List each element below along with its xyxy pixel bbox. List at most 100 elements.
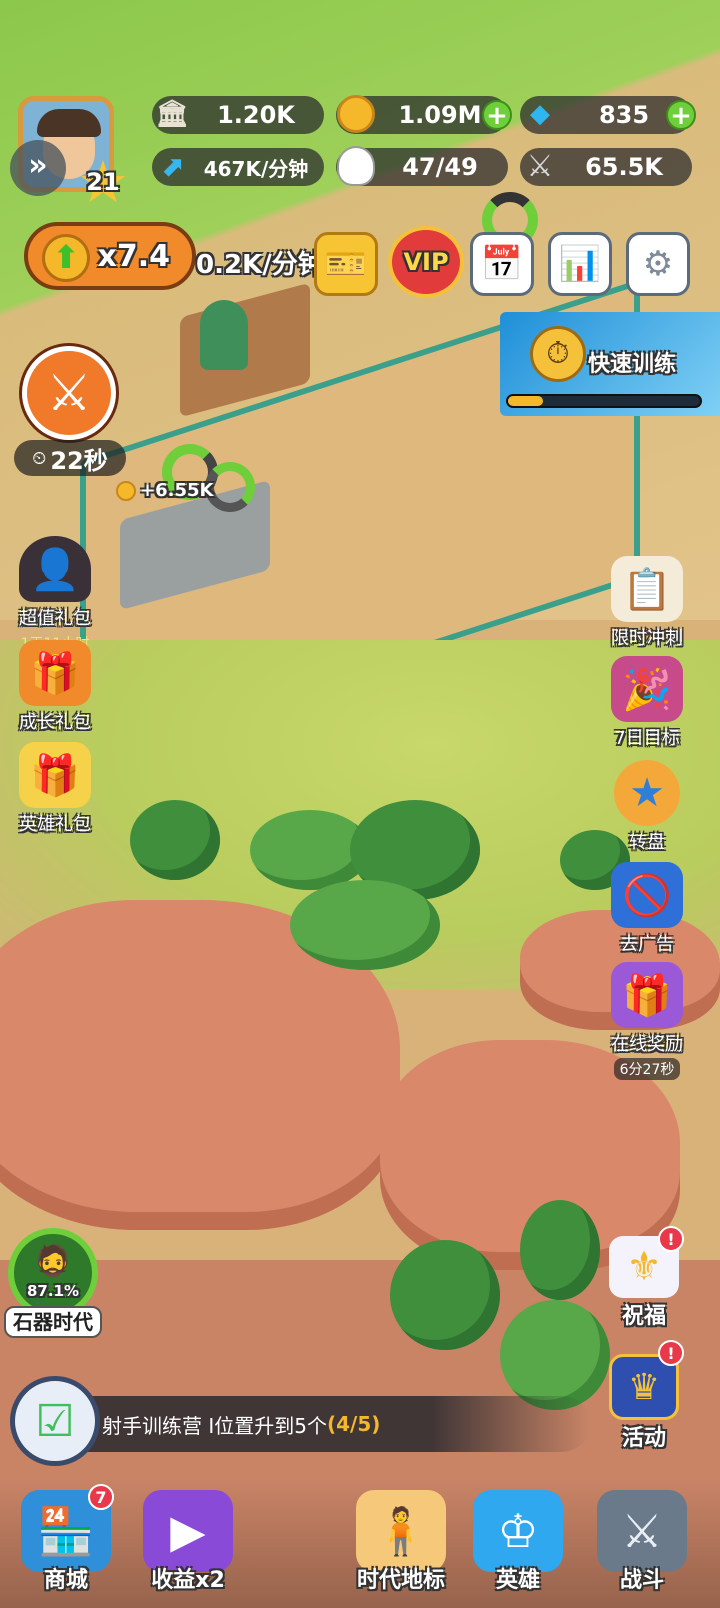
boost-multiplier: x7.4	[97, 238, 171, 274]
battle-timer-value: 22秒	[50, 446, 108, 475]
battle-timer: ⏲ 22秒	[14, 440, 126, 476]
event-button[interactable]: ♛ 活动 !	[602, 1340, 686, 1452]
seven-day-goal-button[interactable]: 🎉 7日目标	[602, 656, 692, 750]
quick-train-progress	[506, 394, 702, 408]
tree	[130, 800, 220, 880]
ticket-icon: 🎫	[324, 244, 368, 284]
quick-train-progress-fill	[508, 396, 543, 406]
chart-icon: 📊	[558, 244, 602, 284]
online-reward-button[interactable]: 🎁 在线奖励 6分27秒	[600, 962, 694, 1080]
player-level-value: 21	[86, 168, 120, 196]
calendar-icon: 📅	[480, 244, 524, 284]
boost-button[interactable]: ⬆ x7.4	[24, 222, 196, 290]
clock-icon: ⏲	[32, 447, 47, 469]
arrow-up-icon: ⬆	[42, 234, 90, 282]
crossed-swords-icon: ⚔	[46, 364, 92, 422]
limited-sprint-button[interactable]: 📋 限时冲刺	[602, 556, 692, 650]
limited-sprint-label: 限时冲刺	[611, 628, 683, 649]
task-text: 射手训练营 I位置升到5个	[102, 1413, 327, 1438]
era-landmark-label: 时代地标	[356, 1568, 445, 1593]
skull-icon	[332, 142, 380, 190]
pillar-resource[interactable]: 🏛 1.20K	[152, 96, 324, 134]
expand-menu-button[interactable]: »	[10, 140, 66, 196]
growth-pack-label: 成长礼包	[19, 712, 91, 733]
battle-label: 战斗	[619, 1568, 664, 1593]
gold-value: 1.09M	[398, 101, 482, 129]
era-progress-text: 87.1%	[26, 1282, 80, 1300]
clipboard-check-icon: ☑	[35, 1395, 75, 1447]
gem-value: 835	[598, 101, 650, 129]
add-gems-button[interactable]: +	[666, 100, 696, 130]
gift-box-icon: 🎁	[19, 742, 91, 808]
hero-tab[interactable]: ♔ 英雄	[466, 1490, 570, 1600]
value-pack-label: 超值礼包	[19, 608, 91, 629]
crossed-swords-icon: ⚔	[526, 148, 554, 184]
income-double-tab[interactable]: ▶ 收益x2	[136, 1490, 240, 1600]
tree	[290, 880, 440, 970]
remove-ads-label: 去广告	[620, 934, 674, 955]
battle-button[interactable]: ⚔	[22, 346, 116, 440]
online-reward-label: 在线奖励	[611, 1034, 683, 1055]
notification-badge: 7	[88, 1484, 114, 1510]
blessing-label: 祝福	[621, 1304, 666, 1329]
population[interactable]: 47/49	[336, 146, 508, 186]
task-clipboard-button[interactable]: ☑	[10, 1376, 100, 1466]
add-gold-button[interactable]: +	[482, 100, 512, 130]
income-rate[interactable]: ⬈ 467K/分钟	[152, 148, 324, 186]
archer-hero[interactable]	[200, 300, 248, 370]
quick-train-panel[interactable]: ⏱ 快速训练	[500, 312, 720, 416]
growth-pack-button[interactable]: 🎁 成长礼包	[10, 640, 100, 734]
player-level: ★ 21	[76, 153, 130, 211]
gift-box-icon: 🎁	[611, 962, 683, 1028]
clipboard-gem-icon: 📋	[611, 556, 683, 622]
era-landmark-tab[interactable]: 🧍 时代地标	[346, 1490, 456, 1600]
pillar-value: 1.20K	[217, 101, 295, 129]
gear-icon: ⚙	[642, 244, 674, 284]
tree	[520, 1200, 600, 1300]
notification-badge: !	[658, 1226, 684, 1252]
caveman-figure-icon: 🧍	[356, 1490, 446, 1572]
gift-box-icon: 🎁	[19, 640, 91, 706]
settings-button[interactable]: ⚙	[626, 232, 690, 296]
spin-wheel-icon: ★	[614, 760, 680, 826]
crossed-swords-icon: ⚔	[597, 1490, 687, 1572]
stats-button[interactable]: 📊	[548, 232, 612, 296]
gold-coin-icon	[332, 90, 380, 138]
avatar-hair	[37, 109, 101, 137]
blessing-button[interactable]: ⚜ 祝福 !	[602, 1226, 686, 1330]
vip-label: VIP	[403, 248, 449, 276]
wheel-button[interactable]: ★ 转盘	[602, 760, 692, 854]
shop-label: 商城	[43, 1568, 88, 1593]
hero-pack-label: 英雄礼包	[19, 814, 91, 835]
hero-pack-button[interactable]: 🎁 英雄礼包	[10, 742, 100, 836]
ticket-button[interactable]: 🎫	[314, 232, 378, 296]
task-progress: (4/5)	[326, 1412, 381, 1436]
remove-ads-button[interactable]: 🚫 去广告	[602, 862, 692, 956]
era-progress-ring[interactable]: 🧔 87.1%	[8, 1228, 98, 1318]
no-ads-icon: 🚫	[611, 862, 683, 928]
income-double-label: 收益x2	[151, 1568, 225, 1593]
coin-icon	[116, 480, 136, 501]
vip-button[interactable]: VIP	[388, 226, 464, 298]
population-value: 47/49	[402, 153, 478, 181]
power[interactable]: ⚔ 65.5K	[520, 148, 692, 186]
coin-popup-value: +6.55K	[140, 480, 214, 501]
value-pack-button[interactable]: 👤 超值礼包 1天11小时	[10, 536, 100, 654]
shop-tab[interactable]: 🏪 商城 7	[14, 1484, 118, 1600]
task-bar[interactable]: 射手训练营 I位置升到5个 (4/5)	[60, 1396, 590, 1452]
quick-train-label: 快速训练	[588, 352, 677, 377]
online-reward-timer: 6分27秒	[613, 1058, 681, 1080]
gem-resource[interactable]: ◆ 835 +	[520, 96, 696, 134]
crown-card-icon: ♔	[473, 1490, 563, 1572]
boost-rate-text: 0.2K/分钟	[196, 250, 324, 280]
battle-tab[interactable]: ⚔ 战斗	[590, 1490, 694, 1600]
tree	[500, 1300, 610, 1410]
calendar-button[interactable]: 📅	[470, 232, 534, 296]
pillar-icon: 🏛	[155, 99, 189, 129]
gold-resource[interactable]: 1.09M +	[336, 95, 512, 134]
caveman-icon: 🧔	[34, 1244, 72, 1279]
income-rate-value: 467K/分钟	[203, 156, 309, 181]
seven-day-goal-label: 7日目标	[614, 728, 680, 749]
event-label: 活动	[621, 1426, 666, 1451]
era-label[interactable]: 石器时代	[4, 1306, 102, 1338]
